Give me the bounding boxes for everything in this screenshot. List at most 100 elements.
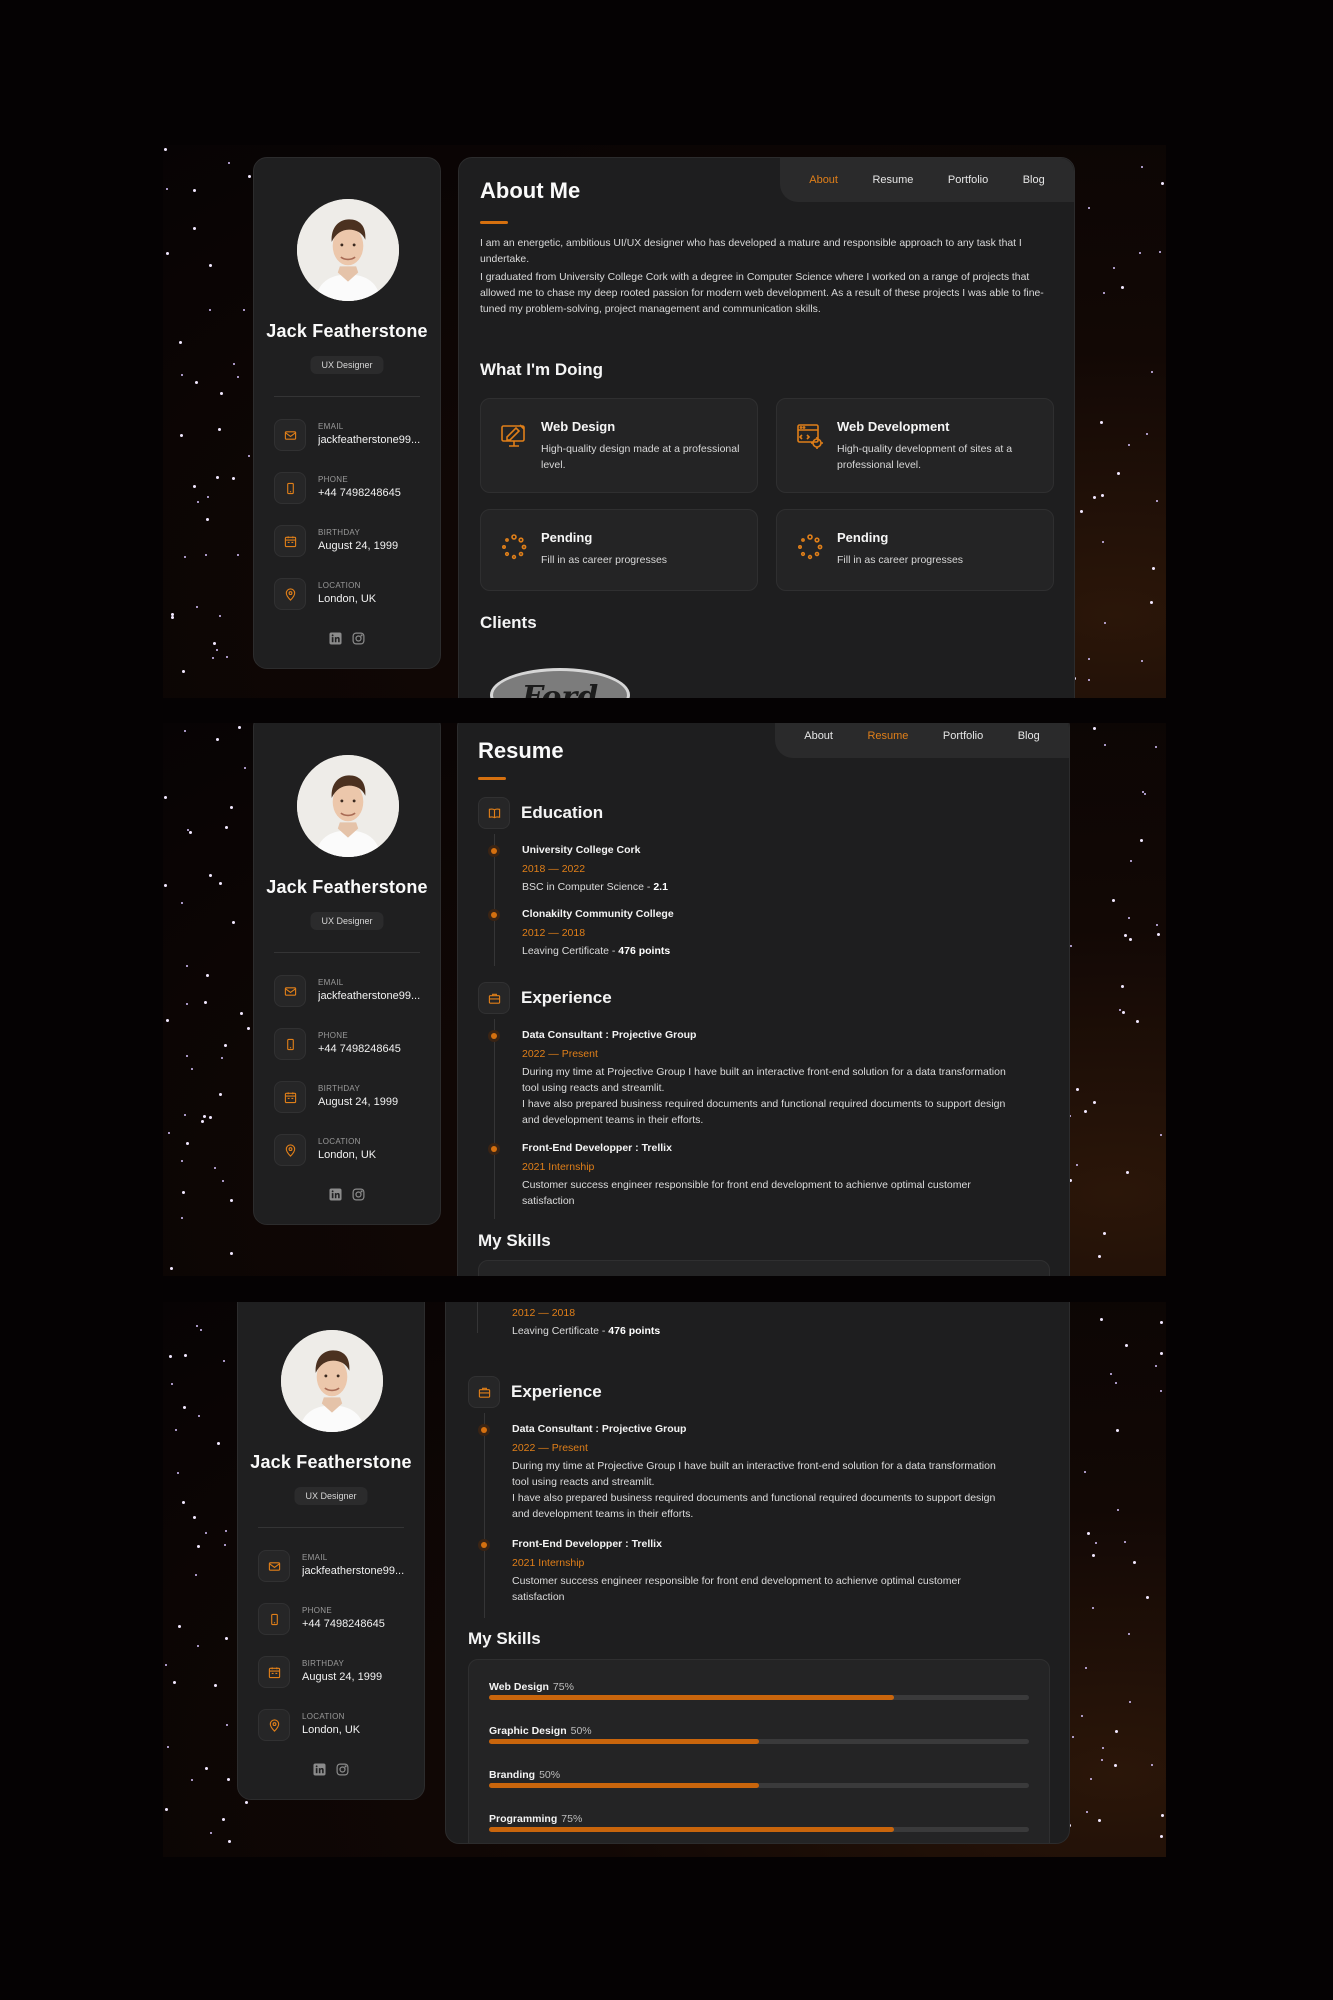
section-heading-experience: Experience bbox=[511, 1382, 602, 1401]
timeline-item-title: Clonakilty Community College bbox=[522, 908, 674, 920]
contact-label: Email bbox=[318, 978, 344, 987]
contact-value: +44 7498248645 bbox=[318, 1043, 401, 1055]
service-desc: High-quality development of sites at a p… bbox=[837, 443, 1013, 471]
timeline-item-text: I have also prepared business required d… bbox=[512, 1492, 996, 1520]
screenshot-about: Jack Featherstone UX Designer Email jackf… bbox=[163, 145, 1166, 698]
service-title: Pending bbox=[541, 530, 593, 545]
service-card-web-design: Web Design High-quality design made at a… bbox=[480, 398, 758, 493]
client-logo-ford[interactable]: Ford bbox=[490, 668, 630, 698]
timeline-item-date: 2021 Internship bbox=[522, 1161, 595, 1173]
contact-phone: Phone +44 7498248645 bbox=[258, 1603, 408, 1637]
instagram-icon[interactable] bbox=[336, 1763, 349, 1781]
nav-portfolio[interactable]: Portfolio bbox=[948, 174, 988, 186]
phone-icon bbox=[258, 1603, 290, 1635]
profile-sidebar: Jack Featherstone UX Designer Email jackf… bbox=[253, 723, 441, 1225]
loading-icon bbox=[499, 532, 529, 562]
service-title: Web Development bbox=[837, 419, 950, 434]
section-heading-experience: Experience bbox=[521, 988, 612, 1007]
nav-resume[interactable]: Resume bbox=[872, 174, 913, 186]
skill-name: Graphic Design bbox=[489, 1725, 567, 1737]
profile-name: Jack Featherstone bbox=[266, 877, 428, 897]
contact-birthday: Birthday August 24, 1999 bbox=[274, 1081, 424, 1115]
timeline-item-text: Customer success engineer responsible fo… bbox=[522, 1179, 971, 1207]
social-links bbox=[238, 1763, 424, 1781]
skill-percent: 75% bbox=[552, 1681, 574, 1693]
instagram-icon[interactable] bbox=[352, 632, 365, 650]
skill-progress-fill bbox=[489, 1695, 894, 1700]
timeline-item-title: Front-End Developper : Trellix bbox=[512, 1538, 662, 1550]
navbar: About Resume Portfolio Blog bbox=[775, 723, 1069, 758]
page-title: Resume bbox=[478, 738, 564, 763]
service-card-pending-2: Pending Fill in as career progresses bbox=[776, 509, 1054, 591]
instagram-icon[interactable] bbox=[352, 1188, 365, 1206]
contact-value: London, UK bbox=[302, 1724, 361, 1736]
skill-progress-track bbox=[489, 1739, 1029, 1744]
sidebar-divider bbox=[274, 396, 420, 397]
skill-progress-fill bbox=[489, 1827, 894, 1832]
timeline-item-date: 2018 — 2022 bbox=[522, 863, 586, 875]
skill-progress-fill bbox=[489, 1739, 759, 1744]
screenshot-resume-scrolled: Jack Featherstone UX Designer Email jackf… bbox=[163, 1302, 1166, 1857]
nav-resume[interactable]: Resume bbox=[867, 730, 908, 742]
timeline-item-text: Customer success engineer responsible fo… bbox=[512, 1575, 961, 1603]
section-heading-doing: What I'm Doing bbox=[480, 360, 604, 379]
skill-percent: 50% bbox=[570, 1725, 592, 1737]
sidebar-divider bbox=[258, 1527, 404, 1528]
title-underline bbox=[478, 777, 506, 780]
resume-panel: About Resume Portfolio Blog Resume Educatio… bbox=[457, 723, 1070, 1276]
contact-value[interactable]: jackfeatherstone99... bbox=[302, 1565, 412, 1577]
nav-about[interactable]: About bbox=[809, 174, 838, 186]
nav-blog[interactable]: Blog bbox=[1018, 730, 1040, 742]
social-links bbox=[254, 632, 440, 650]
contact-label: Phone bbox=[318, 1031, 348, 1040]
linkedin-icon[interactable] bbox=[329, 1188, 342, 1206]
contact-label: Location bbox=[318, 581, 361, 590]
skill-progress-fill bbox=[489, 1783, 759, 1788]
phone-icon bbox=[274, 472, 306, 504]
skill-item: Web Design 75% bbox=[489, 1677, 1029, 1707]
profile-title-badge: UX Designer bbox=[310, 912, 384, 930]
page-title: About Me bbox=[480, 178, 581, 203]
screenshot-resume: Jack Featherstone UX Designer Email jackf… bbox=[163, 723, 1166, 1276]
contact-email[interactable]: Email jackfeatherstone99... bbox=[258, 1550, 408, 1584]
contact-location: Location London, UK bbox=[258, 1709, 408, 1743]
skill-item: Graphic Design 50% bbox=[489, 1721, 1029, 1751]
skill-progress-track bbox=[489, 1827, 1029, 1832]
nav-about[interactable]: About bbox=[804, 730, 833, 742]
skill-item: Programming 75% bbox=[489, 1809, 1029, 1839]
profile-name: Jack Featherstone bbox=[266, 321, 428, 341]
linkedin-icon[interactable] bbox=[329, 632, 342, 650]
contact-value[interactable]: jackfeatherstone99... bbox=[318, 434, 428, 446]
section-heading-skills: My Skills bbox=[478, 1231, 551, 1250]
profile-title-badge: UX Designer bbox=[294, 1487, 368, 1505]
timeline-item-text: Leaving Certificate - 476 points bbox=[522, 945, 671, 957]
briefcase-icon bbox=[478, 982, 510, 1014]
briefcase-icon bbox=[468, 1376, 500, 1408]
contact-location: Location London, UK bbox=[274, 1134, 424, 1168]
contact-label: Email bbox=[318, 422, 344, 431]
about-panel: About Resume Portfolio Blog About Me I am a… bbox=[458, 157, 1075, 698]
timeline-item-title: Data Consultant : Projective Group bbox=[522, 1029, 697, 1041]
timeline-item-text: BSC in Computer Science - 2.1 bbox=[522, 881, 668, 893]
profile-sidebar: Jack Featherstone UX Designer Email jackf… bbox=[237, 1302, 425, 1800]
timeline-dot bbox=[491, 1033, 497, 1039]
contact-email[interactable]: Email jackfeatherstone99... bbox=[274, 419, 424, 453]
timeline-dot bbox=[481, 1427, 487, 1433]
title-underline bbox=[480, 221, 508, 224]
nav-blog[interactable]: Blog bbox=[1023, 174, 1045, 186]
skill-name: Web Design bbox=[489, 1681, 549, 1693]
contact-value[interactable]: jackfeatherstone99... bbox=[318, 990, 428, 1002]
timeline-item-date: 2012 — 2018 bbox=[522, 927, 586, 939]
linkedin-icon[interactable] bbox=[313, 1763, 326, 1781]
contact-email[interactable]: Email jackfeatherstone99... bbox=[274, 975, 424, 1009]
skills-card: Web Design75%Graphic Design50%Branding50… bbox=[478, 1260, 1050, 1276]
nav-portfolio[interactable]: Portfolio bbox=[943, 730, 983, 742]
about-paragraph-2: I graduated from University College Cork… bbox=[480, 272, 1044, 315]
timeline-item-date: 2022 — Present bbox=[522, 1048, 598, 1060]
contact-phone: Phone +44 7498248645 bbox=[274, 1028, 424, 1062]
timeline-item-title: Data Consultant : Projective Group bbox=[512, 1423, 687, 1435]
profile-title-badge: UX Designer bbox=[310, 356, 384, 374]
skill-percent: 50% bbox=[539, 1769, 561, 1781]
timeline-item-title: University College Cork bbox=[522, 844, 641, 856]
design-icon bbox=[499, 421, 529, 451]
